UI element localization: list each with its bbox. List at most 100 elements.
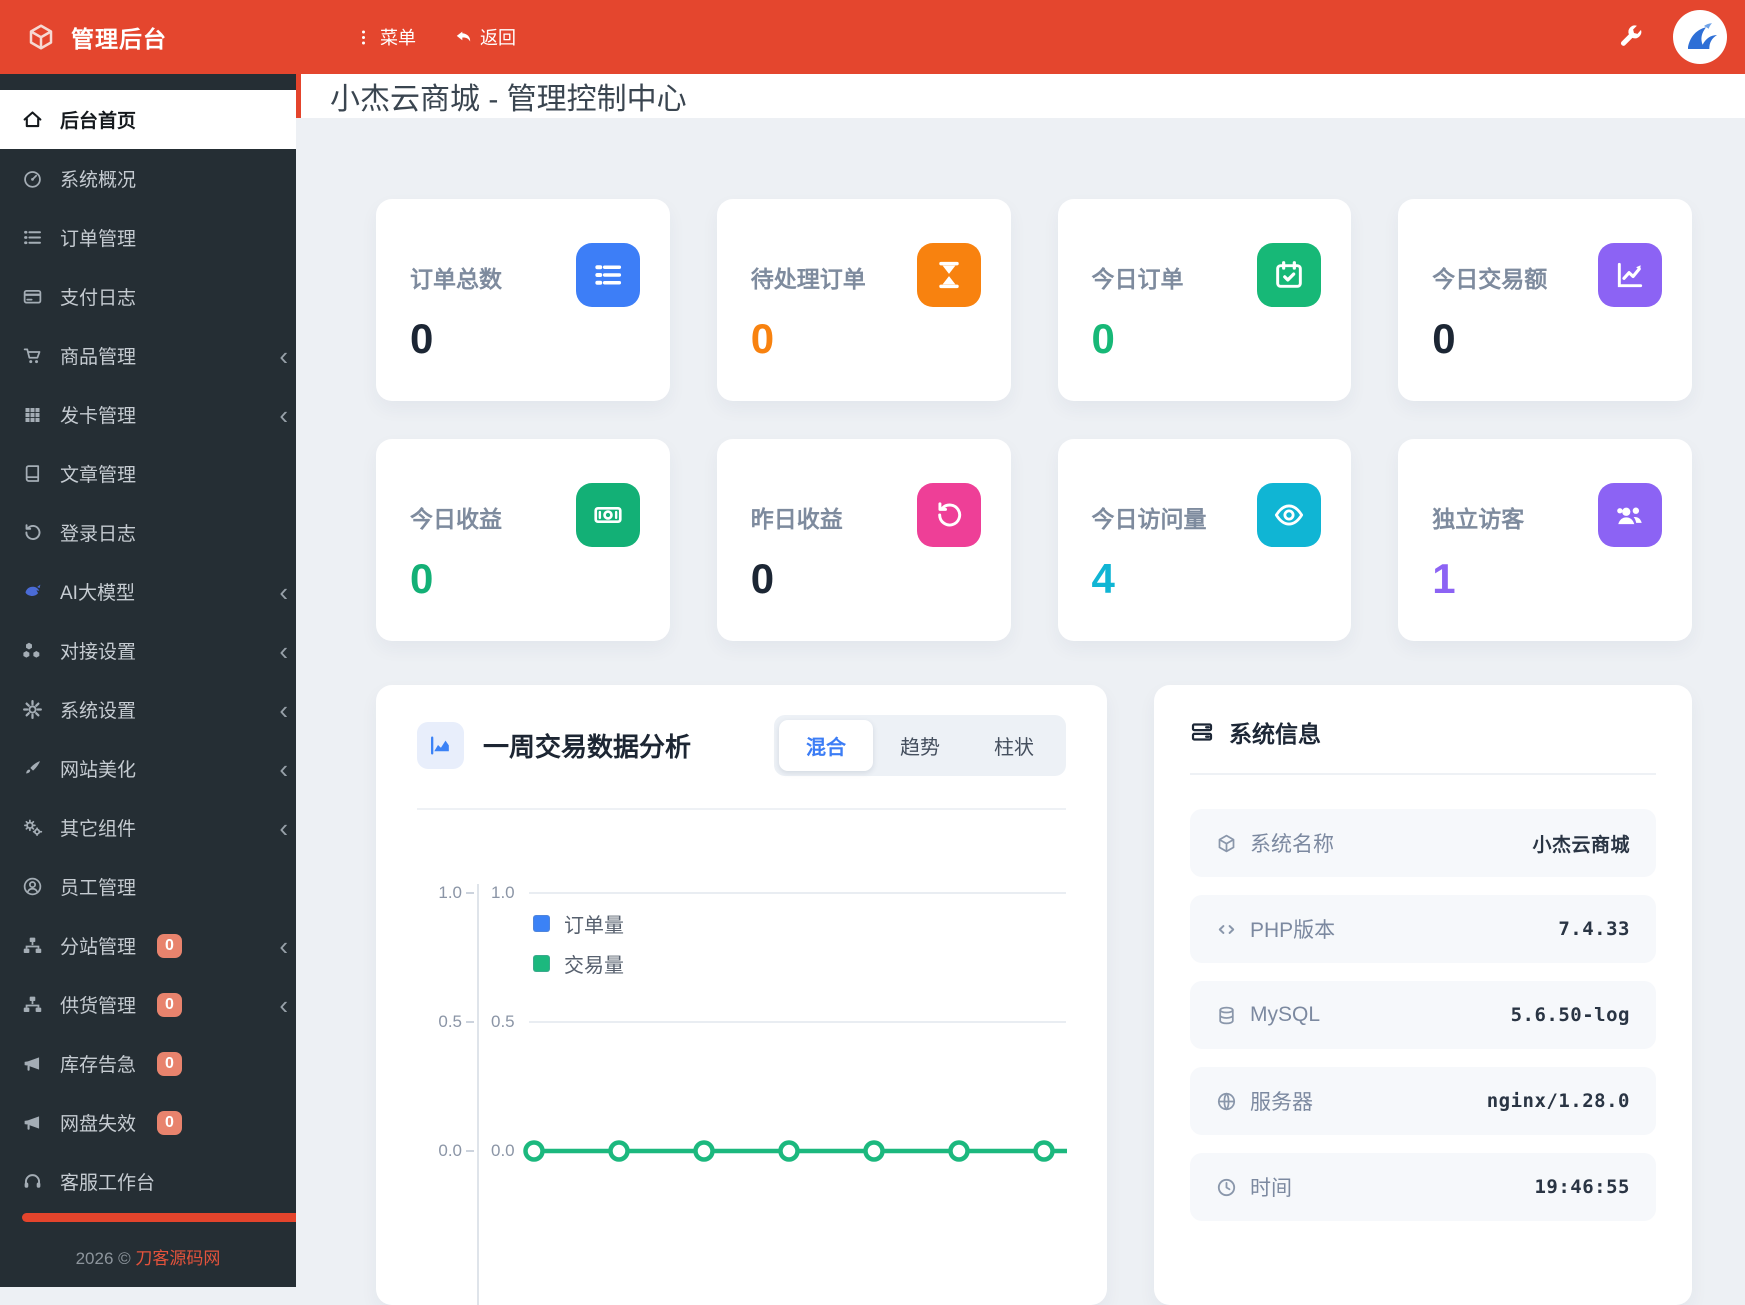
database-icon	[1216, 1005, 1237, 1026]
system-info-card: 系统信息 系统名称 小杰云商城 PHP版本 7.4.33 MySQL 5.6.5…	[1154, 685, 1692, 1305]
vertical-dots-icon	[354, 28, 373, 47]
chevron-left-icon: ‹	[279, 694, 288, 725]
title-bar: 小杰云商城 - 管理控制中心	[296, 74, 1745, 118]
stat-value: 0	[410, 555, 434, 602]
clock-icon	[1216, 1177, 1237, 1198]
user-circle-icon	[22, 876, 43, 897]
info-value: 19:46:55	[1534, 1176, 1630, 1198]
bottom-section: 一周交易数据分析 混合 趋势 柱状 1.0 0.5 0.0 1.0 0.5 0.…	[376, 685, 1692, 1305]
stat-card-unique-visitors: 独立访客 1	[1398, 439, 1692, 641]
sidebar-item-dead-links[interactable]: 网盘失效 0	[0, 1093, 296, 1152]
divider	[1190, 773, 1656, 775]
chart-tabs: 混合 趋势 柱状	[774, 715, 1066, 776]
chevron-left-icon: ‹	[279, 576, 288, 607]
stat-value: 4	[1091, 555, 1115, 602]
sidebar-item-integration[interactable]: 对接设置 ‹	[0, 621, 296, 680]
book-icon	[22, 463, 43, 484]
chevron-left-icon: ‹	[279, 399, 288, 430]
tab-mixed[interactable]: 混合	[779, 720, 873, 771]
sidebar-item-low-stock[interactable]: 库存告急 0	[0, 1034, 296, 1093]
count-badge: 0	[157, 933, 182, 958]
sidebar-item-suppliers[interactable]: 供货管理 0 ‹	[0, 975, 296, 1034]
brand: 管理后台	[0, 20, 296, 54]
headset-icon	[22, 1171, 43, 1192]
stat-card-today-turnover: 今日交易额 0	[1398, 199, 1692, 401]
stat-grid: 订单总数 0 待处理订单 0 今日订单 0 今日交易额 0 今日收益 0 昨日收…	[376, 199, 1692, 641]
cube-icon	[1216, 833, 1237, 854]
sidebar-scrollbar[interactable]	[22, 1213, 296, 1222]
count-badge: 0	[157, 1051, 182, 1076]
home-icon	[22, 109, 43, 130]
sidebar-item-home[interactable]: 后台首页	[0, 90, 296, 149]
tab-trend[interactable]: 趋势	[873, 720, 967, 771]
gauge-icon	[22, 168, 43, 189]
stat-value: 0	[750, 555, 775, 602]
chevron-left-icon: ‹	[279, 635, 288, 666]
whale-icon	[22, 581, 43, 602]
wrench-icon[interactable]	[1615, 22, 1645, 52]
system-info-title: 系统信息	[1229, 721, 1321, 747]
calendar-check-icon	[1257, 243, 1322, 307]
stat-card-today-earnings: 今日收益 0	[376, 439, 670, 641]
info-row-mysql: MySQL 5.6.50-log	[1190, 981, 1656, 1049]
list-icon	[22, 227, 43, 248]
brush-icon	[22, 758, 43, 779]
history-icon	[22, 522, 43, 543]
chart-header: 一周交易数据分析 混合 趋势 柱状	[376, 685, 1107, 776]
chevron-left-icon: ‹	[279, 930, 288, 961]
hourglass-icon	[916, 243, 981, 307]
sidebar-item-system-overview[interactable]: 系统概况	[0, 149, 296, 208]
chart-plot: 1.0 0.5 0.0 1.0 0.5 0.0 订单量 交易量	[417, 826, 1067, 1305]
server-icon	[1190, 720, 1214, 744]
sidebar-item-login-log[interactable]: 登录日志	[0, 503, 296, 562]
sidebar-item-ai-model[interactable]: AI大模型 ‹	[0, 562, 296, 621]
sidebar-item-articles[interactable]: 文章管理	[0, 444, 296, 503]
sidebar-item-substations[interactable]: 分站管理 0 ‹	[0, 916, 296, 975]
grid-icon	[22, 404, 43, 425]
sidebar-item-orders[interactable]: 订单管理	[0, 208, 296, 267]
sidebar-item-payment-log[interactable]: 支付日志	[0, 267, 296, 326]
line-series	[523, 1140, 1067, 1162]
sidebar-item-other-components[interactable]: 其它组件 ‹	[0, 798, 296, 857]
sidebar-item-site-beautify[interactable]: 网站美化 ‹	[0, 739, 296, 798]
stat-value: 0	[750, 315, 775, 362]
money-bill-icon	[575, 483, 640, 547]
sitemap-icon	[22, 994, 43, 1015]
stat-card-total-orders: 订单总数 0	[376, 199, 670, 401]
gear-icon	[22, 699, 43, 720]
code-icon	[1216, 919, 1237, 940]
info-row-system-name: 系统名称 小杰云商城	[1190, 809, 1656, 877]
info-row-time: 时间 19:46:55	[1190, 1153, 1656, 1221]
sidebar-footer: 2026 © 刀客源码网	[75, 1249, 221, 1268]
eye-icon	[1257, 483, 1322, 547]
sidebar-item-staff[interactable]: 员工管理	[0, 857, 296, 916]
count-badge: 0	[157, 992, 182, 1017]
stat-value: 1	[1432, 555, 1456, 602]
back-button[interactable]: 返回	[454, 24, 516, 50]
chart-line-icon	[1598, 243, 1662, 307]
top-nav: 菜单 返回	[296, 24, 516, 50]
info-row-php-version: PHP版本 7.4.33	[1190, 895, 1656, 963]
info-value: 7.4.33	[1558, 918, 1630, 940]
stat-card-today-visits: 今日访问量 4	[1057, 439, 1352, 641]
footer-link[interactable]: 刀客源码网	[135, 1249, 220, 1268]
sidebar-item-system-settings[interactable]: 系统设置 ‹	[0, 680, 296, 739]
topbar-right	[1615, 10, 1745, 64]
tab-bar[interactable]: 柱状	[967, 720, 1061, 771]
stat-card-yesterday-earnings: 昨日收益 0	[716, 439, 1011, 641]
main-area: 小杰云商城 - 管理控制中心 订单总数 0 待处理订单 0 今日订单 0 今日交…	[296, 74, 1745, 1305]
area-chart-icon	[417, 722, 464, 769]
sidebar-item-card-issuing[interactable]: 发卡管理 ‹	[0, 385, 296, 444]
stat-card-pending-orders: 待处理订单 0	[716, 199, 1011, 401]
stat-value: 0	[1091, 315, 1115, 362]
chart-title: 一周交易数据分析	[483, 732, 692, 762]
menu-button[interactable]: 菜单	[354, 24, 416, 50]
chevron-left-icon: ‹	[279, 340, 288, 371]
info-value: 小杰云商城	[1532, 833, 1630, 856]
avatar[interactable]	[1673, 10, 1727, 64]
gears-icon	[22, 817, 43, 838]
sidebar-item-support-workbench[interactable]: 客服工作台	[0, 1152, 296, 1211]
users-icon	[1598, 483, 1662, 547]
sidebar-item-products[interactable]: 商品管理 ‹	[0, 326, 296, 385]
globe-icon	[1216, 1091, 1237, 1112]
